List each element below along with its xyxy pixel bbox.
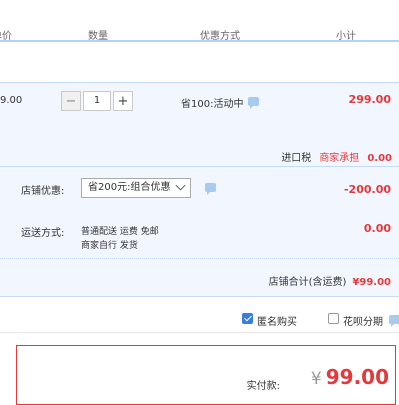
divider	[0, 258, 399, 259]
shipping-label: 运送方式:	[21, 228, 65, 239]
header-price: 单价	[0, 31, 12, 42]
huabei-checkbox[interactable]	[328, 313, 339, 324]
plus-button[interactable]: +	[113, 91, 133, 111]
chat-icon[interactable]	[205, 183, 216, 195]
store-total-value: ¥99.00	[352, 277, 391, 288]
chat-icon[interactable]	[389, 315, 399, 327]
header-discount: 优惠方式	[200, 31, 240, 42]
shipping-method: 商家自行 发货	[81, 241, 138, 251]
import-tax-line: 进口税 商家承担 0.00	[281, 149, 392, 164]
promo-text: 省100:活动中	[181, 99, 244, 110]
quantity-stepper[interactable]: − 1 +	[61, 91, 133, 112]
shipping-fee: 0.00	[363, 222, 391, 235]
table-header: 单价 数量 优惠方式 小计	[0, 0, 399, 42]
payment-value: 99.00	[325, 365, 389, 389]
unit-price: 9.00	[0, 95, 23, 106]
store-total-label: 店铺合计(含运费)	[268, 277, 347, 288]
anonymous-label: 匿名购买	[257, 317, 297, 328]
payment-label: 实付款:	[246, 381, 280, 392]
anonymous-checkbox[interactable]	[242, 313, 253, 324]
minus-button[interactable]: −	[61, 91, 81, 111]
store-total: 店铺合计(含运费) ¥99.00	[269, 273, 391, 288]
currency-symbol: ¥	[310, 369, 322, 389]
chevron-down-icon	[175, 180, 186, 191]
item-subtotal: 299.00	[348, 93, 391, 106]
header-quantity: 数量	[88, 31, 108, 42]
coupon-label: 店铺优惠:	[21, 186, 65, 197]
shipping-detail: 普通配送 运费 免邮	[81, 227, 159, 237]
store-discount-value: -200.00	[343, 183, 391, 196]
header-subtotal: 小计	[336, 31, 356, 42]
huabei-label: 花呗分期	[343, 317, 383, 328]
divider	[0, 332, 399, 333]
coupon-selected-value: 省200元:组合优惠	[88, 182, 171, 193]
tax-value: 0.00	[367, 153, 392, 164]
chat-icon[interactable]	[248, 97, 259, 109]
tax-label: 进口税	[281, 153, 312, 164]
payment-amount: ¥99.00	[311, 367, 389, 389]
quantity-input[interactable]: 1	[83, 91, 111, 111]
tax-bearer: 商家承担	[319, 153, 360, 164]
coupon-select[interactable]: 省200元:组合优惠	[81, 178, 191, 198]
